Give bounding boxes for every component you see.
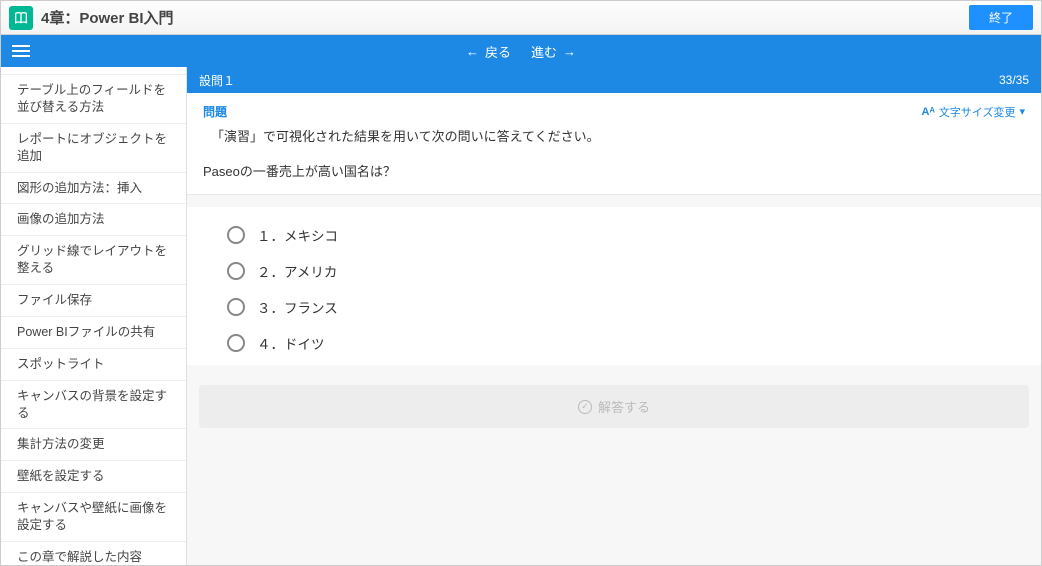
end-button[interactable]: 終了 <box>969 5 1033 30</box>
sidebar-item[interactable]: 図形の追加方法：挿入 <box>1 173 186 205</box>
text-size-label: 文字サイズ変更 <box>939 104 1016 120</box>
sidebar-item[interactable]: この章で解説した内容 <box>1 542 186 565</box>
sidebar-item[interactable]: キャンバスの背景を設定する <box>1 381 186 430</box>
option-label: ４．ドイツ <box>257 333 325 353</box>
question-sub-prompt: Paseoの一番売上が高い国名は？ <box>203 161 1025 180</box>
answer-button-label: 解答する <box>598 397 650 416</box>
sidebar-item-label: 壁紙を設定する <box>17 469 105 483</box>
question-head: 問題 Aᴬ 文字サイズ変更 ▾ <box>203 103 1025 120</box>
sidebar-item-label: グリッド線でレイアウトを整える <box>17 244 167 275</box>
text-size-toggle[interactable]: Aᴬ 文字サイズ変更 ▾ <box>922 104 1026 120</box>
question-section-label: 問題 <box>203 103 922 120</box>
radio-icon <box>227 334 245 352</box>
sidebar-item-label: キャンバスの背景を設定する <box>17 389 167 420</box>
navbar: ← 戻る 進む → <box>1 35 1041 67</box>
sidebar-item-label: レポートにオブジェクトを追加 <box>17 132 167 163</box>
hamburger-icon <box>12 50 30 52</box>
sidebar-item[interactable]: 画像の追加方法 <box>1 204 186 236</box>
question-card: 問題 Aᴬ 文字サイズ変更 ▾ 「演習」で可視化された結果を用いて次の問いに答え… <box>187 93 1041 195</box>
option-label: １．メキシコ <box>257 225 338 245</box>
sidebar-item-label: Power BIファイルの共有 <box>17 325 155 339</box>
answer-button-wrap: ✓ 解答する <box>199 385 1029 428</box>
options-list: １．メキシコ ２．アメリカ ３．フランス ４．ドイツ <box>187 207 1041 365</box>
sidebar-item[interactable]: 集計方法の変更 <box>1 429 186 461</box>
sidebar[interactable]: テーブルの列幅の説明テーブル上のフィールドを並び替える方法レポートにオブジェクト… <box>1 67 187 565</box>
sidebar-item-label: この章で解説した内容 <box>17 550 142 564</box>
sidebar-item-label: 画像の追加方法 <box>17 212 105 226</box>
content: 設問１ 33/35 問題 Aᴬ 文字サイズ変更 ▾ 「演習」で可視化された結果を… <box>187 67 1041 565</box>
main: テーブルの列幅の説明テーブル上のフィールドを並び替える方法レポートにオブジェクト… <box>1 67 1041 565</box>
sidebar-item-label: ファイル保存 <box>17 293 92 307</box>
sidebar-item[interactable]: レポートにオブジェクトを追加 <box>1 124 186 173</box>
option-label: ２．アメリカ <box>257 261 337 281</box>
question-prompt: 「演習」で可視化された結果を用いて次の問いに答えてください。 <box>211 126 1025 145</box>
nav-back-label[interactable]: 戻る <box>485 42 511 61</box>
sidebar-item-label: テーブルの列幅の説明 <box>17 68 141 75</box>
sidebar-item-label: テーブル上のフィールドを並び替える方法 <box>17 83 166 114</box>
option[interactable]: ３．フランス <box>227 289 1033 325</box>
nav-center: ← 戻る 進む → <box>466 42 576 61</box>
check-icon: ✓ <box>578 400 592 414</box>
question-progress: 33/35 <box>999 73 1029 87</box>
sidebar-item[interactable]: スポットライト <box>1 349 186 381</box>
sidebar-item-label: スポットライト <box>17 357 105 371</box>
answer-button[interactable]: ✓ 解答する <box>199 385 1029 428</box>
question-progress-bar: 設問１ 33/35 <box>187 67 1041 93</box>
book-icon <box>9 6 33 30</box>
radio-icon <box>227 226 245 244</box>
titlebar: 4章：Power BI入門 終了 <box>1 1 1041 35</box>
radio-icon <box>227 298 245 316</box>
arrow-right-icon[interactable]: → <box>563 44 576 59</box>
sidebar-item[interactable]: 壁紙を設定する <box>1 461 186 493</box>
page-title: 4章：Power BI入門 <box>41 7 969 28</box>
option-label: ３．フランス <box>257 297 338 317</box>
option[interactable]: ２．アメリカ <box>227 253 1033 289</box>
question-number: 設問１ <box>199 72 999 89</box>
sidebar-item[interactable]: グリッド線でレイアウトを整える <box>1 236 186 285</box>
sidebar-item[interactable]: Power BIファイルの共有 <box>1 317 186 349</box>
hamburger-menu[interactable] <box>1 35 41 67</box>
radio-icon <box>227 262 245 280</box>
text-size-icon: Aᴬ <box>922 106 935 118</box>
option[interactable]: ４．ドイツ <box>227 325 1033 361</box>
nav-forward-label[interactable]: 進む <box>531 42 557 61</box>
sidebar-item[interactable]: テーブル上のフィールドを並び替える方法 <box>1 75 186 124</box>
sidebar-item[interactable]: キャンバスや壁紙に画像を設定する <box>1 493 186 542</box>
chevron-down-icon: ▾ <box>1019 105 1025 118</box>
sidebar-item-label: 図形の追加方法：挿入 <box>17 181 142 195</box>
sidebar-item[interactable]: テーブルの列幅の説明 <box>1 67 186 75</box>
sidebar-item-label: 集計方法の変更 <box>17 437 105 451</box>
arrow-left-icon[interactable]: ← <box>466 44 479 59</box>
option[interactable]: １．メキシコ <box>227 217 1033 253</box>
sidebar-item[interactable]: ファイル保存 <box>1 285 186 317</box>
sidebar-item-label: キャンバスや壁紙に画像を設定する <box>17 501 167 532</box>
